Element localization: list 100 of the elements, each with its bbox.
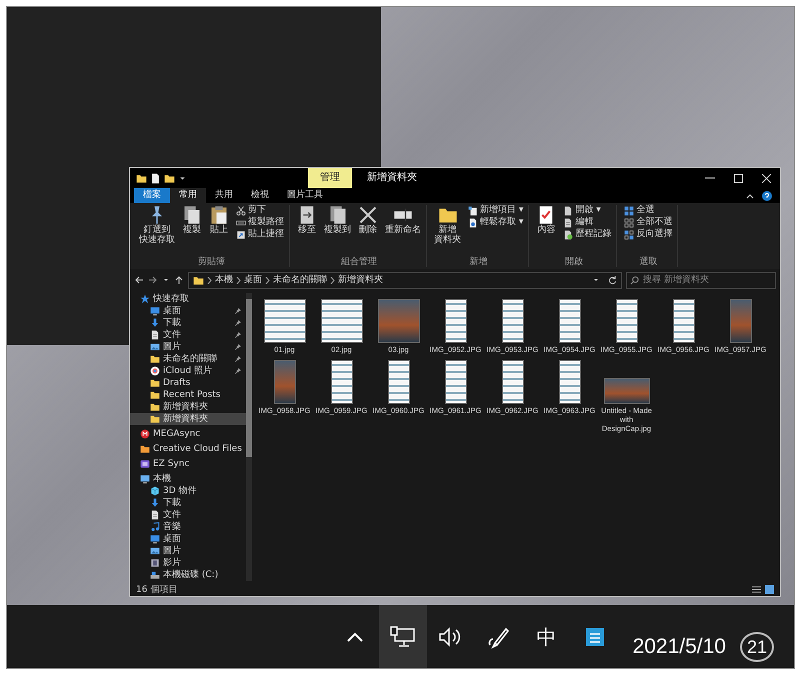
help-icon (762, 190, 772, 200)
screenshot-thumbnail[interactable] (264, 299, 306, 343)
address-bar[interactable]: 本機 桌面 未命名的關聯 新增資料夾 (188, 272, 622, 288)
scrollbar-thumb[interactable] (246, 299, 252, 458)
ribbon-button[interactable]: 複製路徑 (234, 217, 286, 228)
ribbon-button[interactable]: 反向選擇 (622, 229, 674, 240)
ribbon-group-label: 開啟 (564, 257, 584, 267)
sidebar-item[interactable]: EZ Sync (130, 458, 246, 470)
ribbon-tab[interactable]: 常用 (170, 188, 206, 203)
document-icon (468, 218, 478, 228)
screenshot-thumbnail[interactable] (616, 299, 638, 343)
ribbon-button[interactable]: 全部不選 (622, 217, 674, 228)
screenshot-thumbnail[interactable] (730, 299, 752, 343)
scrollbar-track[interactable] (246, 293, 252, 581)
cloud-icon (150, 366, 160, 376)
ribbon-button[interactable]: 歷程記錄 (561, 229, 614, 240)
ribbon-button[interactable]: 新增 資料夾 (432, 205, 463, 257)
ribbon-button[interactable]: 全選 (622, 205, 674, 216)
ribbon-button[interactable]: 複製到 (322, 205, 353, 257)
sidebar-item[interactable]: 桌面 (130, 305, 246, 317)
pin-icon (234, 331, 242, 339)
sidebar-item[interactable]: 下載 (130, 497, 246, 509)
ribbon-tab[interactable]: 圖片工具 (278, 188, 332, 203)
sidebar-item[interactable]: 本機 (130, 473, 246, 485)
sidebar-item[interactable]: 桌面 (130, 533, 246, 545)
ribbon-button[interactable]: 新增項目 ▾ (466, 205, 526, 216)
screenshot-thumbnail[interactable] (604, 378, 650, 404)
ribbon-button[interactable]: 移至 (295, 205, 319, 257)
sidebar-item[interactable]: 快速存取 (130, 293, 246, 305)
notepad-icon (586, 628, 604, 646)
sidebar-item[interactable]: iCloud 照片 (130, 365, 246, 377)
ribbon-button[interactable]: 釘選到 快速存取 (137, 205, 177, 257)
caret-icon (592, 276, 600, 284)
sidebar-item[interactable]: 3D 物件 (130, 485, 246, 497)
sidebar-label: 文件 (163, 509, 181, 521)
monitor-icon (140, 474, 150, 484)
search-field[interactable]: 搜尋 新增資料夾 (626, 272, 776, 288)
ribbon-button[interactable]: 重新命名 (383, 205, 423, 257)
ribbon-button[interactable]: 刪除 (356, 205, 380, 257)
screenshot-thumbnail[interactable] (502, 299, 524, 343)
sidebar-item[interactable]: 新增資料夾 (130, 413, 246, 425)
sidebar-label: EZ Sync (153, 458, 190, 470)
sidebar-label: 文件 (163, 329, 181, 341)
screenshot-thumbnail[interactable] (274, 360, 296, 404)
refresh-icon (608, 276, 617, 284)
ribbon-button[interactable]: 內容 (534, 205, 558, 257)
breadcrumb[interactable]: 新增資料夾 (338, 274, 383, 286)
picture-icon (150, 546, 160, 556)
screenshot-thumbnail[interactable] (444, 299, 466, 343)
breadcrumb[interactable]: 未命名的關聯 (273, 274, 327, 286)
ribbon-button[interactable]: 輕鬆存取 ▾ (466, 217, 526, 228)
screenshot-thumbnail[interactable] (558, 299, 580, 343)
ribbon-tab[interactable]: 檢視 (242, 188, 278, 203)
sidebar-item[interactable]: 文件 (130, 509, 246, 521)
folder-icon (164, 172, 175, 184)
sidebar-item[interactable]: 圖片 (130, 545, 246, 557)
ribbon-button[interactable]: 貼上捷徑 (234, 229, 286, 240)
breadcrumb[interactable]: 本機 (215, 274, 233, 286)
tray-button[interactable] (378, 605, 427, 668)
ribbon-tab[interactable]: 共用 (206, 188, 242, 203)
sidebar-item[interactable]: Creative Cloud Files (130, 443, 246, 455)
screenshot-thumbnail[interactable] (330, 360, 352, 404)
sidebar-label: Drafts (163, 377, 190, 389)
sidebar-item[interactable]: Recent Posts (130, 389, 246, 401)
sidebar-item[interactable]: 下載 (130, 317, 246, 329)
sidebar-item[interactable]: 本機磁碟 (C:) (130, 569, 246, 581)
screenshot-thumbnail[interactable] (502, 360, 524, 404)
notification-count[interactable]: 21 (740, 632, 774, 662)
sidebar-item[interactable]: 影片 (130, 557, 246, 569)
screenshot-thumbnail[interactable] (320, 299, 362, 343)
sidebar-item[interactable]: 新增資料夾 (130, 401, 246, 413)
screenshot-thumbnail[interactable] (388, 360, 410, 404)
screenshot-thumbnail[interactable] (672, 299, 694, 343)
sidebar-item[interactable]: Drafts (130, 377, 246, 389)
screenshot-thumbnail[interactable] (444, 360, 466, 404)
screenshot-thumbnail[interactable] (378, 299, 420, 343)
sidebar-item[interactable]: 文件 (130, 329, 246, 341)
sidebar-label: 桌面 (163, 533, 181, 545)
grid-icon (624, 206, 634, 216)
input-method-button[interactable]: 中 (522, 605, 571, 668)
forward-arrow-icon (148, 275, 158, 285)
ribbon-button[interactable]: 貼上 (207, 205, 231, 257)
up-arrow-icon (174, 275, 184, 285)
context-tab[interactable]: 管理 (308, 168, 352, 188)
folder-icon (193, 274, 204, 286)
clipboard-icon (209, 205, 229, 225)
ribbon-button[interactable]: 剪下 (234, 205, 286, 216)
ribbon-button[interactable]: 開啟 ▾ (561, 205, 614, 216)
date-text[interactable]: 2021/5/10 (632, 630, 726, 662)
sidebar-item[interactable]: MEGAsync (130, 428, 246, 440)
breadcrumb[interactable]: 桌面 (244, 274, 262, 286)
sidebar-item[interactable]: 圖片 (130, 341, 246, 353)
sidebar-item[interactable]: 未命名的關聯 (130, 353, 246, 365)
ribbon-button[interactable]: 複製 (180, 205, 204, 257)
ribbon-button[interactable]: 編輯 (561, 217, 614, 228)
chevron-right-icon (207, 276, 212, 284)
ribbon-tab[interactable]: 檔案 (134, 188, 170, 203)
screenshot-thumbnail[interactable] (558, 360, 580, 404)
sidebar-item[interactable]: 音樂 (130, 521, 246, 533)
folder-icon (150, 354, 160, 364)
